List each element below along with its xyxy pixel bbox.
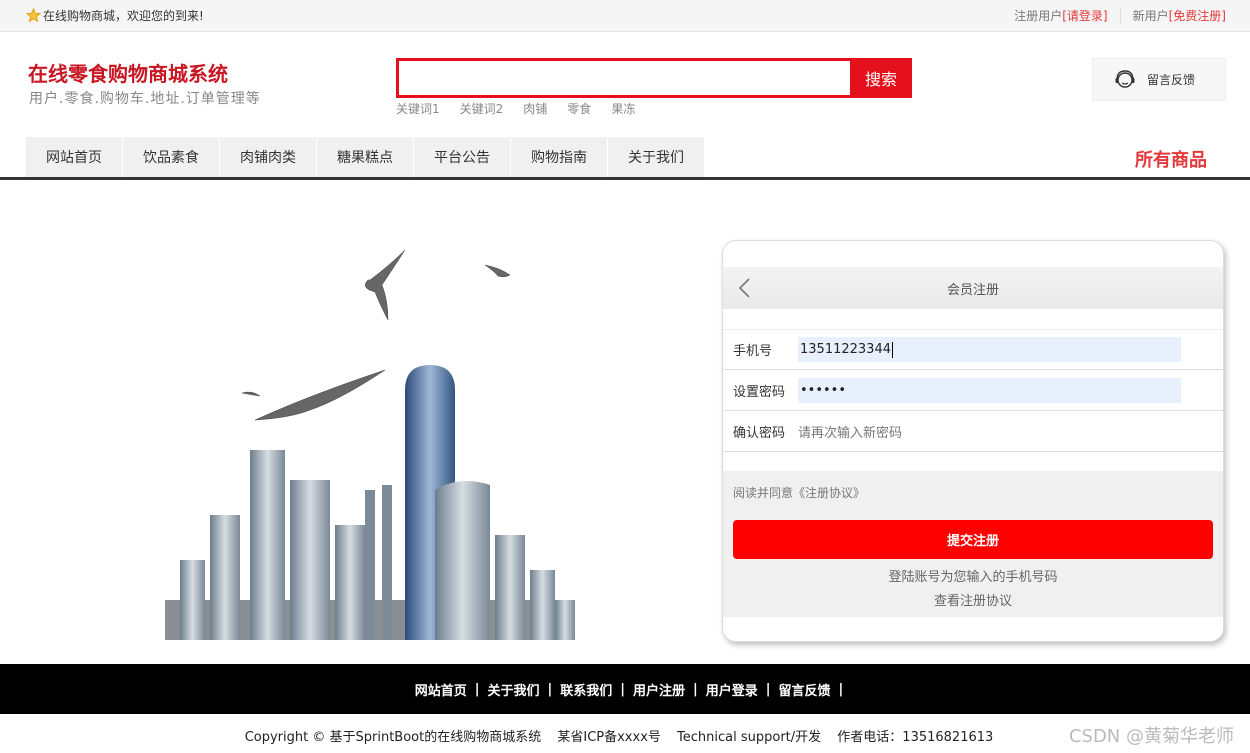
footer-link-register[interactable]: 用户注册 xyxy=(625,680,693,699)
back-arrow-icon[interactable] xyxy=(735,277,755,299)
footer-link-home[interactable]: 网站首页 xyxy=(407,680,475,699)
login-link[interactable]: [请登录] xyxy=(1062,7,1107,24)
register-header: 会员注册 xyxy=(723,267,1223,309)
confirm-password-label: 确认密码 xyxy=(733,425,786,441)
top-bar: 在线购物商城，欢迎您的到来! 注册用户 [请登录] 新用户 [免费注册] xyxy=(0,0,1250,32)
password-row: 设置密码 •••••• xyxy=(723,370,1223,411)
author-phone: 作者电话：13516821613 xyxy=(837,730,994,745)
nav-item-about[interactable]: 关于我们 xyxy=(608,137,705,177)
user-links: 注册用户 [请登录] 新用户 [免费注册] xyxy=(1014,7,1226,24)
footer-link-contact[interactable]: 联系我们 xyxy=(552,680,620,699)
register-title: 会员注册 xyxy=(946,282,999,298)
nav-item-guide[interactable]: 购物指南 xyxy=(511,137,608,177)
new-user-label: 新用户 xyxy=(1132,9,1169,23)
password-input[interactable]: •••••• xyxy=(798,377,1181,403)
view-agreement-link[interactable]: 查看注册协议 xyxy=(723,590,1223,609)
phone-input[interactable]: 13511223344 xyxy=(798,337,1181,362)
watermark-text: CSDN @黄菊华老师 xyxy=(1068,726,1234,747)
agreement-area: 阅读并同意《注册协议》 提交注册 登陆账号为您输入的手机号码 查看注册协议 xyxy=(723,471,1223,617)
nav-item-meat[interactable]: 肉铺肉类 xyxy=(220,137,317,177)
feedback-button[interactable]: 留言反馈 xyxy=(1092,58,1226,101)
footer-link-feedback[interactable]: 留言反馈 xyxy=(771,680,839,699)
site-subtitle: 用户.零食.购物车.地址.订单管理等 xyxy=(29,91,261,107)
password-value: •••••• xyxy=(800,382,847,398)
site-title[interactable]: 在线零食购物商城系统 xyxy=(28,58,228,87)
confirm-password-row: 确认密码 请再次输入新密码 xyxy=(723,411,1223,452)
copyright-text: Copyright © 基于SprintBoot的在线购物商城系统 xyxy=(244,730,542,745)
city-skyline-illustration xyxy=(165,249,575,640)
footer-divider: | xyxy=(838,681,844,697)
registered-user-label: 注册用户 xyxy=(1014,9,1063,23)
hot-keywords: 关键词1 关键词2 肉铺 零食 果冻 xyxy=(396,100,635,117)
main-nav: 网站首页 饮品素食 肉铺肉类 糖果糕点 平台公告 购物指南 关于我们 xyxy=(26,137,705,177)
hotword-link[interactable]: 果冻 xyxy=(611,100,635,117)
search-box: 搜索 xyxy=(396,58,912,98)
submit-register-button[interactable]: 提交注册 xyxy=(733,520,1213,559)
star-icon xyxy=(26,8,41,23)
phone-row: 手机号 13511223344 xyxy=(723,329,1223,370)
welcome-text: 在线购物商城，欢迎您的到来! xyxy=(43,9,204,23)
customer-service-icon xyxy=(1115,69,1135,88)
register-link[interactable]: [免费注册] xyxy=(1169,7,1226,24)
seagull-icon xyxy=(241,249,511,421)
phone-value: 13511223344 xyxy=(800,342,891,357)
hotword-link[interactable]: 关键词2 xyxy=(460,100,504,117)
nav-item-candy[interactable]: 糖果糕点 xyxy=(317,137,414,177)
support-text: Technical support/开发 xyxy=(677,730,822,745)
search-input[interactable] xyxy=(399,61,851,95)
password-label: 设置密码 xyxy=(733,384,786,400)
hotword-link[interactable]: 零食 xyxy=(567,100,591,117)
hotword-link[interactable]: 肉铺 xyxy=(523,100,547,117)
phone-label: 手机号 xyxy=(733,344,773,359)
nav-item-drinks[interactable]: 饮品素食 xyxy=(123,137,220,177)
copyright-bar: Copyright © 基于SprintBoot的在线购物商城系统 某省ICP备… xyxy=(0,726,1250,745)
footer-nav: 网站首页 | 关于我们 | 联系我们 | 用户注册 | 用户登录 | 留言反馈 | xyxy=(0,664,1250,714)
hotword-link[interactable]: 关键词1 xyxy=(396,100,440,117)
confirm-password-input[interactable]: 请再次输入新密码 xyxy=(798,422,902,441)
account-hint: 登陆账号为您输入的手机号码 xyxy=(888,570,1058,585)
text-cursor xyxy=(891,341,893,358)
feedback-label: 留言反馈 xyxy=(1147,73,1196,87)
welcome-message: 在线购物商城，欢迎您的到来! xyxy=(26,7,204,24)
search-button[interactable]: 搜索 xyxy=(850,58,912,98)
nav-item-announcements[interactable]: 平台公告 xyxy=(414,137,511,177)
building-icon xyxy=(165,365,575,640)
nav-divider xyxy=(0,177,1250,180)
divider xyxy=(1119,8,1121,23)
footer-link-about[interactable]: 关于我们 xyxy=(479,680,547,699)
nav-item-home[interactable]: 网站首页 xyxy=(26,137,123,177)
footer-link-login[interactable]: 用户登录 xyxy=(698,680,766,699)
register-card: 会员注册 手机号 13511223344 设置密码 •••••• 确认密码 请再… xyxy=(722,240,1224,642)
agreement-link[interactable]: 阅读并同意《注册协议》 xyxy=(733,484,865,501)
icp-text: 某省ICP备xxxx号 xyxy=(557,730,661,745)
all-goods-link[interactable]: 所有商品 xyxy=(1135,146,1207,172)
